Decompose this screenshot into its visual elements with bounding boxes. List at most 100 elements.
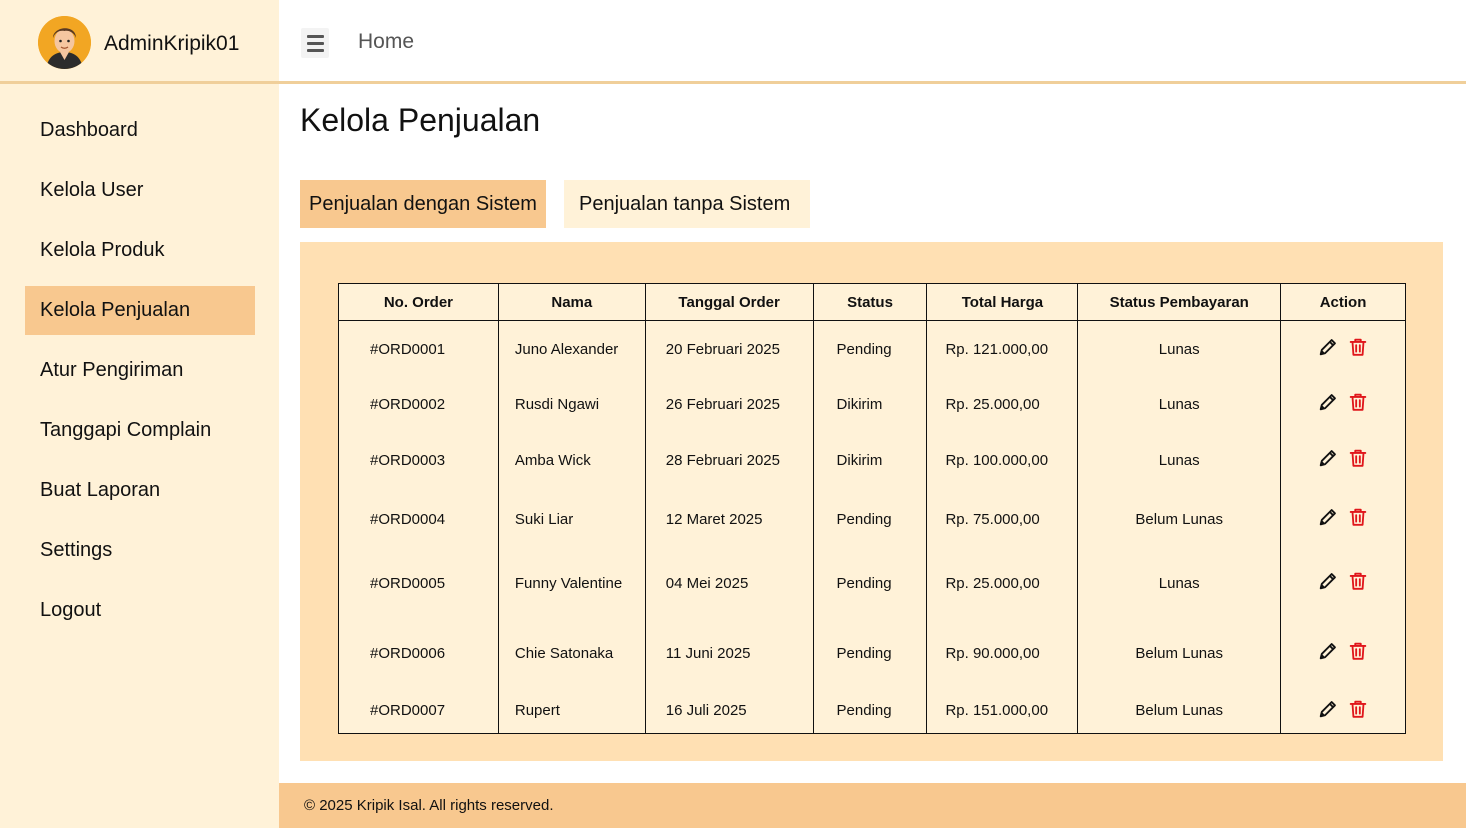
- top-bar: Home: [279, 0, 1466, 84]
- sidebar-item-kelola-produk[interactable]: Kelola Produk: [25, 226, 255, 275]
- table-row: #ORD0001 Juno Alexander 20 Februari 2025 Pe…: [338, 320, 1406, 378]
- tab-penjualan-dengan-sistem[interactable]: Penjualan dengan Sistem: [300, 180, 546, 228]
- cell-order-date: 28 Februari 2025: [644, 430, 814, 490]
- sidebar-item-settings[interactable]: Settings: [25, 526, 255, 575]
- cell-order-status: Pending: [812, 688, 928, 734]
- footer-copyright: © 2025 Kripik Isal. All rights reserved.: [304, 797, 554, 814]
- cell-customer-name: Juno Alexander: [497, 320, 646, 378]
- cell-payment-status: Lunas: [1077, 548, 1282, 618]
- trash-icon[interactable]: [1347, 447, 1369, 469]
- cell-actions: [1280, 377, 1406, 431]
- sidebar-item-atur-pengiriman[interactable]: Atur Pengiriman: [25, 346, 255, 395]
- cell-order-status: Pending: [812, 548, 928, 618]
- cell-order-number: #ORD0007: [338, 688, 499, 734]
- table-row: #ORD0005 Funny Valentine 04 Mei 2025 Pendin…: [338, 548, 1406, 618]
- breadcrumb-home[interactable]: Home: [358, 30, 414, 54]
- cell-actions: [1280, 430, 1406, 490]
- page-title: Kelola Penjualan: [300, 102, 541, 138]
- col-header-action: Action: [1280, 283, 1406, 321]
- cell-actions: [1280, 489, 1406, 549]
- pencil-icon[interactable]: [1317, 640, 1339, 662]
- cell-payment-status: Lunas: [1077, 320, 1282, 378]
- cell-total-price: Rp. 75.000,00: [926, 489, 1079, 549]
- col-header-no-order: No. Order: [338, 283, 499, 321]
- cell-order-number: #ORD0006: [338, 617, 499, 689]
- cell-order-status: Dikirim: [812, 377, 928, 431]
- cell-order-number: #ORD0003: [338, 430, 499, 490]
- sidebar-item-tanggapi-complain[interactable]: Tanggapi Complain: [25, 406, 255, 455]
- cell-customer-name: Amba Wick: [497, 430, 646, 490]
- orders-table-body: #ORD0001 Juno Alexander 20 Februari 2025 Pe…: [338, 320, 1406, 734]
- trash-icon[interactable]: [1347, 640, 1369, 662]
- sidebar: AdminKripik01 Dashboard Kelola User Kelo…: [0, 0, 279, 828]
- table-row: #ORD0006 Chie Satonaka 11 Juni 2025 Pending…: [338, 617, 1406, 689]
- col-header-status: Status: [812, 283, 928, 321]
- cell-customer-name: Chie Satonaka: [497, 617, 646, 689]
- col-header-status-pembayaran: Status Pembayaran: [1077, 283, 1282, 321]
- sidebar-nav: Dashboard Kelola User Kelola Produk Kelo…: [25, 106, 255, 646]
- table-header-row: No. Order Nama Tanggal Order Status Tota…: [338, 283, 1406, 321]
- table-row: #ORD0007 Rupert 16 Juli 2025 Pending Rp. 151…: [338, 688, 1406, 734]
- cell-customer-name: Funny Valentine: [497, 548, 646, 618]
- cell-actions: [1280, 617, 1406, 689]
- pencil-icon[interactable]: [1317, 447, 1339, 469]
- cell-payment-status: Lunas: [1077, 377, 1282, 431]
- trash-icon[interactable]: [1347, 391, 1369, 413]
- table-row: #ORD0004 Suki Liar 12 Maret 2025 Pending Rp.…: [338, 489, 1406, 549]
- trash-icon[interactable]: [1347, 570, 1369, 592]
- cell-payment-status: Lunas: [1077, 430, 1282, 490]
- cell-order-date: 12 Maret 2025: [644, 489, 814, 549]
- orders-table: No. Order Nama Tanggal Order Status Tota…: [338, 283, 1406, 734]
- pencil-icon[interactable]: [1317, 391, 1339, 413]
- cell-total-price: Rp. 121.000,00: [926, 320, 1079, 378]
- avatar-icon[interactable]: [38, 16, 91, 69]
- cell-order-status: Pending: [812, 320, 928, 378]
- pencil-icon[interactable]: [1317, 698, 1339, 720]
- cell-total-price: Rp. 151.000,00: [926, 688, 1079, 734]
- col-header-total-harga: Total Harga: [926, 283, 1079, 321]
- sidebar-item-kelola-penjualan[interactable]: Kelola Penjualan: [25, 286, 255, 335]
- trash-icon[interactable]: [1347, 506, 1369, 528]
- sidebar-item-logout[interactable]: Logout: [25, 586, 255, 635]
- cell-payment-status: Belum Lunas: [1077, 617, 1282, 689]
- user-profile: AdminKripik01: [0, 0, 279, 84]
- trash-icon[interactable]: [1347, 698, 1369, 720]
- trash-icon[interactable]: [1347, 336, 1369, 358]
- cell-actions: [1280, 688, 1406, 734]
- cell-order-number: #ORD0001: [338, 320, 499, 378]
- pencil-icon[interactable]: [1317, 506, 1339, 528]
- cell-order-date: 26 Februari 2025: [644, 377, 814, 431]
- cell-customer-name: Rusdi Ngawi: [497, 377, 646, 431]
- cell-actions: [1280, 548, 1406, 618]
- tab-penjualan-tanpa-sistem[interactable]: Penjualan tanpa Sistem: [564, 180, 810, 228]
- table-row: #ORD0003 Amba Wick 28 Februari 2025 Dikirim…: [338, 430, 1406, 490]
- cell-order-number: #ORD0004: [338, 489, 499, 549]
- col-header-nama: Nama: [497, 283, 646, 321]
- cell-order-number: #ORD0005: [338, 548, 499, 618]
- sidebar-item-dashboard[interactable]: Dashboard: [25, 106, 255, 155]
- cell-order-date: 04 Mei 2025: [644, 548, 814, 618]
- cell-order-status: Dikirim: [812, 430, 928, 490]
- sidebar-item-kelola-user[interactable]: Kelola User: [25, 166, 255, 215]
- cell-customer-name: Suki Liar: [497, 489, 646, 549]
- cell-payment-status: Belum Lunas: [1077, 688, 1282, 734]
- cell-total-price: Rp. 25.000,00: [926, 377, 1079, 431]
- cell-order-number: #ORD0002: [338, 377, 499, 431]
- cell-order-date: 11 Juni 2025: [644, 617, 814, 689]
- cell-total-price: Rp. 90.000,00: [926, 617, 1079, 689]
- username: AdminKripik01: [104, 32, 240, 55]
- cell-total-price: Rp. 100.000,00: [926, 430, 1079, 490]
- cell-customer-name: Rupert: [497, 688, 646, 734]
- cell-payment-status: Belum Lunas: [1077, 489, 1282, 549]
- pencil-icon[interactable]: [1317, 570, 1339, 592]
- hamburger-icon[interactable]: [301, 28, 329, 58]
- footer: © 2025 Kripik Isal. All rights reserved.: [279, 783, 1466, 828]
- cell-order-date: 16 Juli 2025: [644, 688, 814, 734]
- cell-total-price: Rp. 25.000,00: [926, 548, 1079, 618]
- pencil-icon[interactable]: [1317, 336, 1339, 358]
- sidebar-item-buat-laporan[interactable]: Buat Laporan: [25, 466, 255, 515]
- cell-order-date: 20 Februari 2025: [644, 320, 814, 378]
- cell-actions: [1280, 320, 1406, 378]
- col-header-tanggal-order: Tanggal Order: [644, 283, 814, 321]
- table-row: #ORD0002 Rusdi Ngawi 26 Februari 2025 Dikir…: [338, 377, 1406, 431]
